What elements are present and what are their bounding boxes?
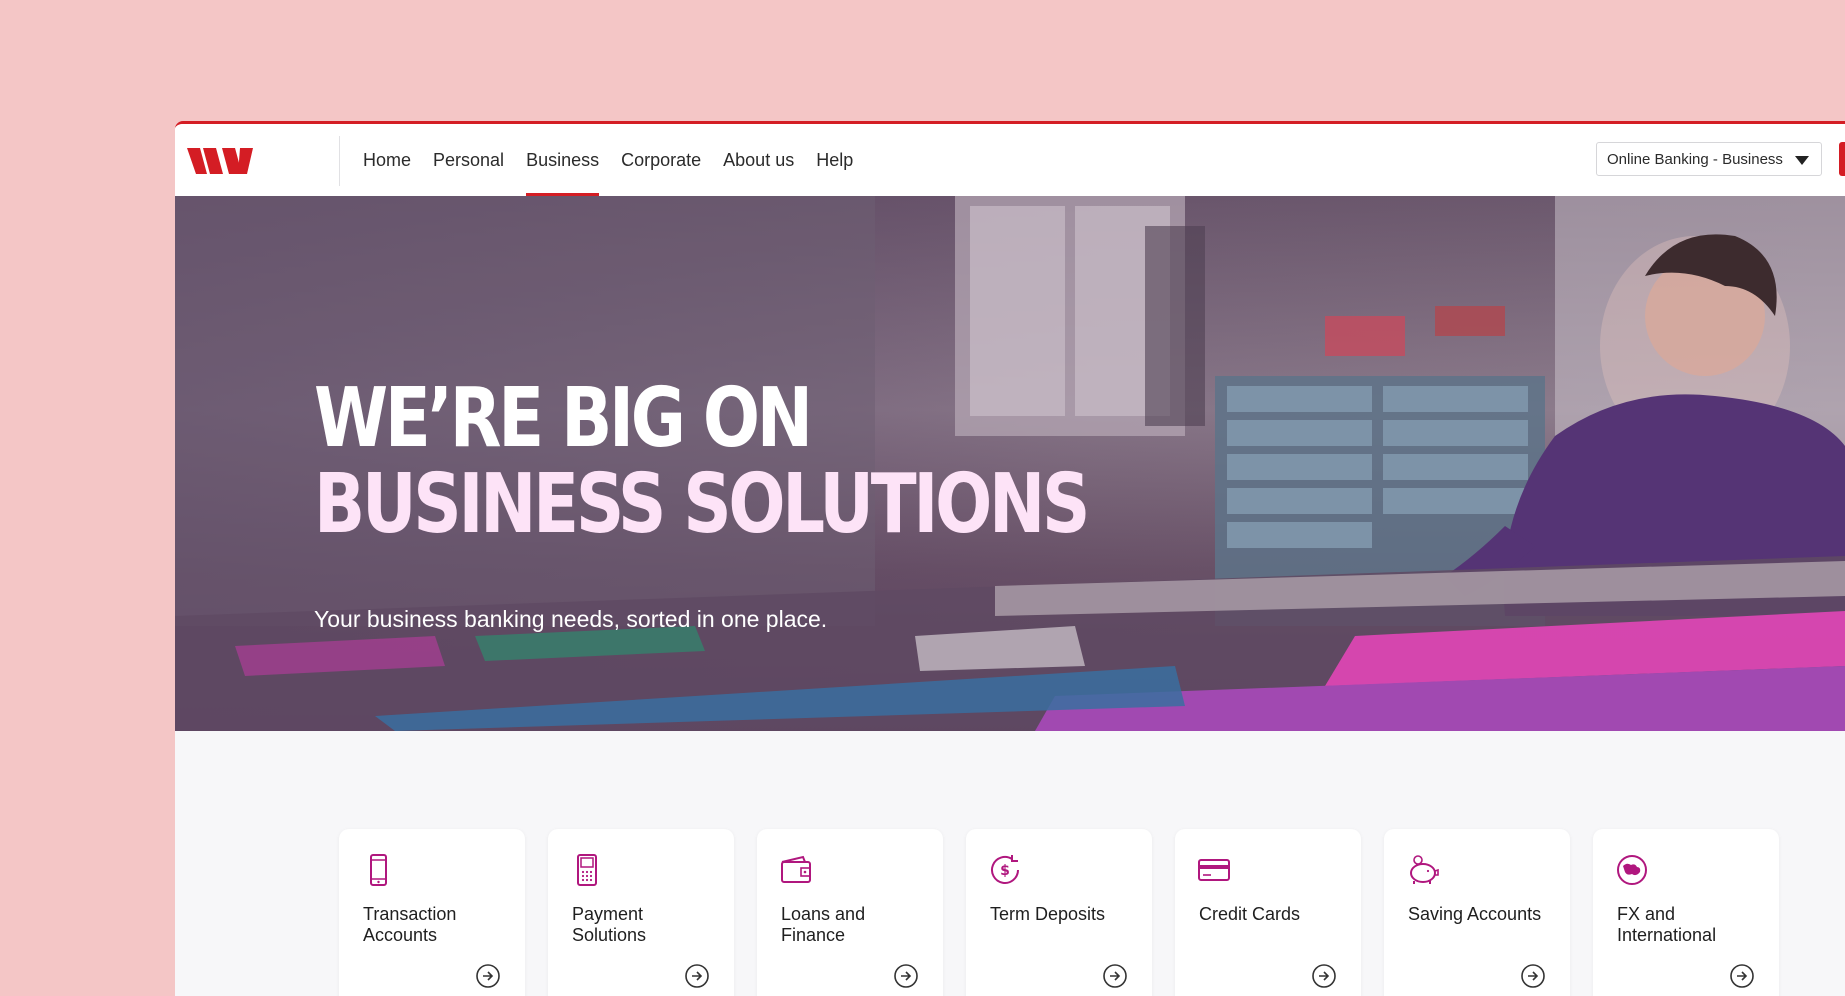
hero-banner: WE’RE BIG ON BUSINESS SOLUTIONS Your bus…	[175, 196, 1845, 731]
hero-title: WE’RE BIG ON BUSINESS SOLUTIONS	[314, 371, 1090, 552]
arrow-right-circle-icon[interactable]	[1102, 963, 1128, 989]
card-label: Term Deposits	[990, 904, 1106, 924]
card-payment-solutions[interactable]: Payment Solutions	[548, 829, 734, 996]
nav-link-corporate[interactable]: Corporate	[610, 124, 712, 196]
hero-title-line-1: WE’RE BIG ON	[314, 371, 813, 466]
piggy-bank-icon	[1410, 855, 1439, 884]
arrow-right-circle-icon[interactable]	[1520, 963, 1546, 989]
nav-link-about-us[interactable]: About us	[712, 124, 805, 196]
caret-down-icon	[1795, 156, 1809, 165]
top-navigation: Home Personal Business Corporate About u…	[175, 124, 1845, 197]
hero-subtitle: Your business banking needs, sorted in o…	[314, 606, 828, 632]
card-label: Payment Solutions	[572, 904, 647, 945]
card-loans-and-finance[interactable]: Loans and Finance	[757, 829, 943, 996]
card-label: FX and International	[1617, 904, 1717, 945]
arrow-right-circle-icon[interactable]	[684, 963, 710, 989]
card-label: Credit Cards	[1199, 904, 1301, 924]
nav-link-business[interactable]: Business	[515, 124, 610, 196]
wallet-icon	[781, 855, 811, 883]
mobile-phone-icon	[370, 854, 387, 886]
westpac-logo-icon[interactable]	[187, 146, 253, 176]
card-saving-accounts[interactable]: Saving Accounts	[1384, 829, 1570, 996]
nav-link-help[interactable]: Help	[805, 124, 864, 196]
card-label: Loans and Finance	[781, 904, 866, 945]
card-term-deposits[interactable]: $ Term Deposits	[966, 829, 1152, 996]
card-label: Transaction Accounts	[363, 904, 457, 945]
arrow-right-circle-icon[interactable]	[1311, 963, 1337, 989]
credit-card-icon	[1198, 859, 1230, 881]
nav-divider	[339, 136, 340, 186]
hero-title-line-2: BUSINESS SOLUTIONS	[314, 457, 1090, 552]
product-cards: Transaction Accounts Payment Solutions L…	[339, 829, 1779, 996]
nav-link-personal[interactable]: Personal	[422, 124, 515, 196]
svg-text:$: $	[1000, 863, 1010, 879]
arrow-right-circle-icon[interactable]	[1729, 963, 1755, 989]
globe-icon	[1617, 855, 1647, 885]
primary-nav: Home Personal Business Corporate About u…	[352, 124, 864, 196]
card-credit-cards[interactable]: Credit Cards	[1175, 829, 1361, 996]
card-fx-and-international[interactable]: FX and International	[1593, 829, 1779, 996]
online-banking-select[interactable]: Online Banking - Business	[1596, 142, 1822, 176]
arrow-right-circle-icon[interactable]	[475, 963, 501, 989]
nav-link-home[interactable]: Home	[352, 124, 422, 196]
browser-window: Home Personal Business Corporate About u…	[175, 121, 1845, 996]
payment-terminal-icon	[577, 854, 597, 886]
login-button[interactable]	[1839, 142, 1845, 176]
card-label: Saving Accounts	[1408, 904, 1542, 924]
arrow-right-circle-icon[interactable]	[893, 963, 919, 989]
card-transaction-accounts[interactable]: Transaction Accounts	[339, 829, 525, 996]
dollar-cycle-icon: $	[991, 855, 1019, 884]
online-banking-select-value: Online Banking - Business	[1607, 150, 1783, 168]
